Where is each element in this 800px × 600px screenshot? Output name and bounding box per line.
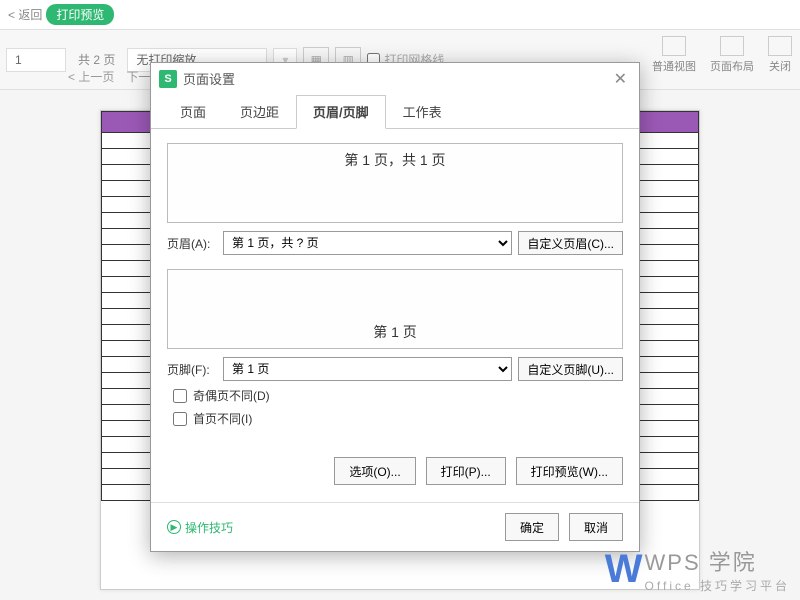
- footer-label: 页脚(F):: [167, 361, 217, 378]
- tips-link[interactable]: ▶ 操作技巧: [167, 519, 233, 536]
- cancel-button[interactable]: 取消: [569, 513, 623, 541]
- page-setup-dialog: S 页面设置 ✕ 页面 页边距 页眉/页脚 工作表 第 1 页，共 1 页 页眉…: [150, 62, 640, 552]
- header-label: 页眉(A):: [167, 235, 217, 252]
- play-icon: ▶: [167, 520, 181, 534]
- custom-footer-button[interactable]: 自定义页脚(U)...: [518, 357, 623, 381]
- odd-even-checkbox[interactable]: [173, 389, 187, 403]
- ok-button[interactable]: 确定: [505, 513, 559, 541]
- first-diff-checkbox[interactable]: [173, 412, 187, 426]
- custom-header-button[interactable]: 自定义页眉(C)...: [518, 231, 623, 255]
- print-preview-button[interactable]: 打印预览(W)...: [516, 457, 623, 485]
- normal-view-button[interactable]: 普通视图: [652, 36, 696, 74]
- close-icon[interactable]: ✕: [610, 69, 631, 89]
- wps-logo-icon: W: [605, 547, 639, 592]
- footer-preview-text: 第 1 页: [373, 322, 417, 342]
- header-preview-text: 第 1 页，共 1 页: [344, 150, 445, 170]
- tab-page[interactable]: 页面: [163, 95, 223, 128]
- print-preview-badge: 打印预览: [46, 4, 114, 25]
- header-select[interactable]: 第 1 页，共 ? 页: [223, 231, 512, 255]
- print-button[interactable]: 打印(P)...: [426, 457, 506, 485]
- prev-page-link[interactable]: < 上一页: [68, 68, 114, 85]
- tab-header-footer[interactable]: 页眉/页脚: [296, 95, 386, 129]
- app-icon: S: [159, 70, 177, 88]
- options-button[interactable]: 选项(O)...: [334, 457, 415, 485]
- footer-preview-box: 第 1 页: [167, 269, 623, 349]
- header-preview-box: 第 1 页，共 1 页: [167, 143, 623, 223]
- tab-sheet[interactable]: 工作表: [386, 95, 459, 128]
- tab-margin[interactable]: 页边距: [223, 95, 296, 128]
- dialog-title: 页面设置: [183, 69, 235, 88]
- page-number-input[interactable]: 1: [6, 48, 66, 72]
- back-link[interactable]: < 返回: [8, 6, 42, 23]
- watermark: W WPS 学院 Office 技巧学习平台: [605, 545, 790, 594]
- first-diff-label: 首页不同(I): [193, 410, 252, 427]
- odd-even-label: 奇偶页不同(D): [193, 387, 270, 404]
- page-layout-button[interactable]: 页面布局: [710, 36, 754, 74]
- close-button[interactable]: 关闭: [768, 36, 792, 74]
- footer-select[interactable]: 第 1 页: [223, 357, 512, 381]
